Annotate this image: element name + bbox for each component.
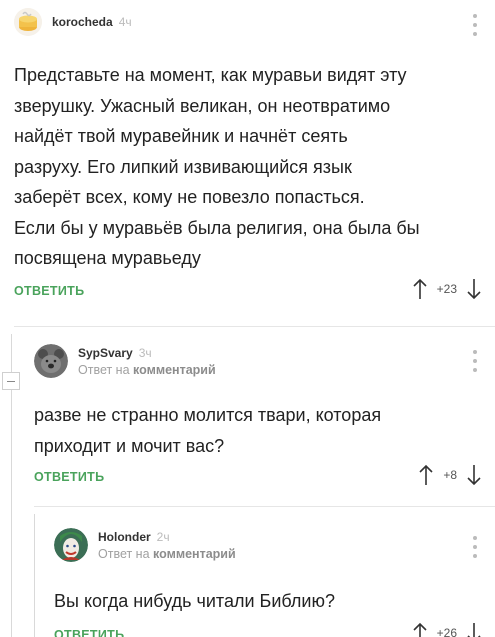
vote-controls: +8	[419, 464, 481, 486]
score: +8	[443, 468, 457, 482]
arrow-down-icon[interactable]	[467, 622, 481, 637]
comment-text-line: приходит и мочит вас?	[34, 435, 225, 456]
comment-holonder: Holonder 2ч Ответ на комментарий Вы когд…	[0, 512, 495, 637]
comment-text-line: зверушку. Ужасный великан, он неотвратим…	[14, 95, 391, 116]
avatar[interactable]	[34, 344, 68, 378]
comment-header: SypSvary 3ч Ответ на комментарий	[34, 344, 216, 378]
reply-to-link[interactable]: комментарий	[153, 547, 236, 561]
comment-text-line: Если бы у муравьёв была религия, она был…	[14, 217, 420, 238]
comment-sypsvary: SypSvary 3ч Ответ на комментарий разве н…	[0, 330, 495, 500]
arrow-up-icon[interactable]	[413, 278, 427, 300]
divider	[14, 326, 495, 327]
divider	[34, 506, 495, 507]
timestamp: 3ч	[138, 345, 152, 360]
comment-text-line: заберёт всех, кому не повезло попасться.	[14, 187, 365, 207]
arrow-up-icon[interactable]	[419, 464, 433, 486]
arrow-down-icon[interactable]	[467, 464, 481, 486]
reply-to-link[interactable]: комментарий	[133, 363, 216, 377]
reply-button[interactable]: ОТВЕТИТЬ	[14, 284, 84, 298]
vote-controls: +23	[413, 278, 481, 300]
arrow-up-icon[interactable]	[413, 622, 427, 637]
avatar[interactable]	[14, 8, 42, 36]
kebab-menu-icon[interactable]	[472, 14, 478, 36]
comment-text-line: посвящена муравьеду	[14, 248, 201, 268]
avatar[interactable]	[54, 528, 88, 562]
comment-header: Holonder 2ч Ответ на комментарий	[54, 528, 236, 562]
comment-text-line: разве не странно молится твари, которая	[34, 405, 382, 425]
comment-text: Представьте на момент, как муравьи видят…	[14, 60, 484, 274]
kebab-menu-icon[interactable]	[472, 350, 478, 372]
comment-korocheda: korocheda 4ч Представьте на момент, как …	[0, 0, 495, 320]
comment-text-line: Представьте на момент, как муравьи видят…	[14, 65, 407, 85]
comment-header: korocheda 4ч	[14, 8, 132, 36]
arrow-down-icon[interactable]	[467, 278, 481, 300]
score: +23	[436, 282, 457, 296]
vote-controls: +26	[413, 622, 481, 637]
reply-to-line: Ответ на комментарий	[98, 547, 236, 561]
kebab-menu-icon[interactable]	[472, 536, 478, 558]
username[interactable]: SypSvary	[78, 346, 133, 360]
reply-button[interactable]: ОТВЕТИТЬ	[34, 470, 104, 484]
reply-button[interactable]: ОТВЕТИТЬ	[54, 628, 124, 637]
timestamp: 4ч	[118, 15, 132, 29]
comment-text-line: найдёт твой муравейник и начнёт сеять	[14, 126, 348, 146]
comment-text: Вы когда нибудь читали Библию?	[54, 586, 484, 617]
reply-to-prefix: Ответ на	[98, 546, 154, 561]
timestamp: 2ч	[156, 529, 170, 544]
comment-text: разве не странно молится твари, которая …	[34, 400, 484, 461]
username[interactable]: Holonder	[98, 530, 151, 544]
comment-text-line: разруху. Его липкий извивающийся язык	[14, 156, 352, 177]
username[interactable]: korocheda	[52, 15, 113, 29]
comment-text-line: Вы когда нибудь читали Библию?	[54, 591, 335, 611]
reply-to-prefix: Ответ на	[78, 362, 134, 377]
reply-to-line: Ответ на комментарий	[78, 363, 216, 377]
score: +26	[436, 626, 457, 637]
